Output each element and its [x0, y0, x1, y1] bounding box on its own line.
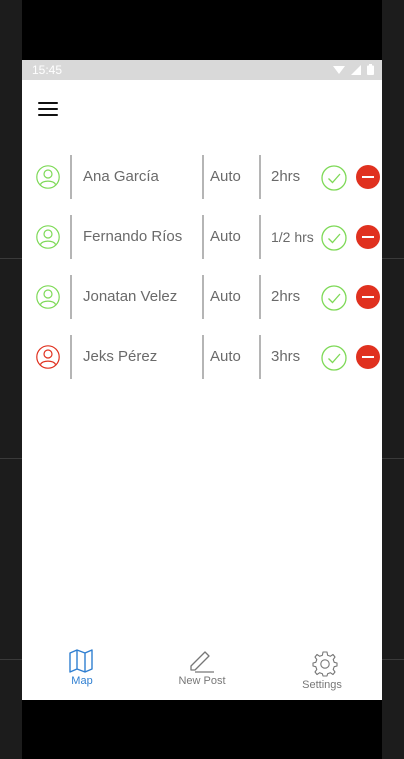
user-name: Ana García — [83, 168, 159, 185]
remove-button[interactable] — [356, 225, 380, 249]
request-duration: 2hrs — [271, 288, 301, 305]
column-divider — [259, 275, 261, 319]
frame-divider — [382, 258, 404, 259]
column-divider — [259, 155, 261, 199]
request-type: Auto — [210, 348, 241, 365]
column-divider — [70, 335, 72, 379]
frame-divider — [0, 659, 22, 660]
column-divider — [70, 215, 72, 259]
status-time: 15:45 — [32, 63, 63, 77]
column-divider — [202, 215, 204, 259]
phone-screen: 15:45 Ana García Auto 2hrs Fernando Ríos Aut… — [22, 60, 382, 700]
list-item: Jonatan Velez Auto 2hrs — [22, 275, 382, 319]
accept-check-icon[interactable] — [321, 165, 347, 191]
column-divider — [202, 275, 204, 319]
user-name: Jonatan Velez — [83, 288, 178, 305]
column-divider — [70, 155, 72, 199]
bottom-tab-bar: Map New Post Settings — [22, 640, 382, 700]
remove-button[interactable] — [356, 165, 380, 189]
user-name: Jeks Pérez — [83, 348, 158, 365]
gear-icon — [312, 651, 338, 677]
list-item: Jeks Pérez Auto 3hrs — [22, 335, 382, 379]
status-icons — [333, 64, 374, 75]
column-divider — [202, 155, 204, 199]
column-divider — [259, 335, 261, 379]
hamburger-menu-icon[interactable] — [38, 101, 58, 117]
request-type: Auto — [210, 288, 241, 305]
list-item: Fernando Ríos Auto 1/2 hrs — [22, 215, 382, 259]
tab-settings-label: Settings — [302, 679, 342, 691]
request-duration: 3hrs — [271, 348, 301, 365]
column-divider — [202, 335, 204, 379]
tab-new-post-label: New Post — [178, 675, 226, 687]
user-avatar-icon — [36, 345, 60, 369]
user-avatar-icon — [36, 165, 60, 189]
user-avatar-icon — [36, 225, 60, 249]
tab-settings[interactable]: Settings — [262, 640, 382, 700]
accept-check-icon[interactable] — [321, 225, 347, 251]
tab-map[interactable]: Map — [22, 640, 142, 700]
map-icon — [69, 649, 93, 673]
tab-map-label: Map — [71, 675, 93, 687]
remove-button[interactable] — [356, 285, 380, 309]
request-type: Auto — [210, 168, 241, 185]
user-avatar-icon — [36, 285, 60, 309]
frame-divider — [382, 458, 404, 459]
signal-icon — [351, 64, 361, 75]
status-bar: 15:45 — [22, 60, 382, 80]
device-frame-left — [0, 0, 22, 759]
user-name: Fernando Ríos — [83, 228, 183, 245]
remove-button[interactable] — [356, 345, 380, 369]
list-item: Ana García Auto 2hrs — [22, 155, 382, 199]
column-divider — [70, 275, 72, 319]
frame-divider — [0, 258, 22, 259]
pencil-icon — [190, 651, 214, 673]
accept-check-icon[interactable] — [321, 345, 347, 371]
frame-divider — [0, 458, 22, 459]
battery-icon — [367, 64, 374, 75]
request-duration: 1/2 hrs — [271, 229, 314, 245]
tab-new-post[interactable]: New Post — [142, 640, 262, 700]
request-type: Auto — [210, 228, 241, 245]
wifi-icon — [333, 65, 345, 74]
accept-check-icon[interactable] — [321, 285, 347, 311]
column-divider — [259, 215, 261, 259]
request-duration: 2hrs — [271, 168, 301, 185]
device-frame-right — [382, 0, 404, 759]
frame-divider — [382, 659, 404, 660]
